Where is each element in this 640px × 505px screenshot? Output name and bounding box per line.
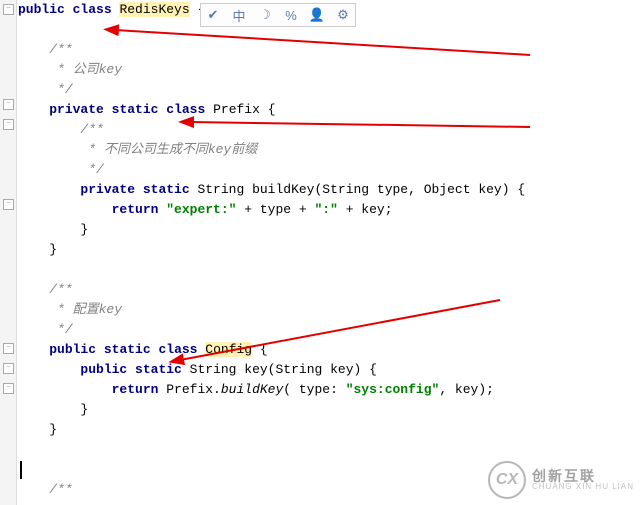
comment: */ — [49, 322, 72, 337]
method-sig: buildKey(String type, Object key) { — [252, 182, 525, 197]
keyword: static — [143, 182, 190, 197]
class-name: Config — [205, 342, 252, 357]
watermark-logo: CX — [488, 461, 526, 499]
watermark-cn: 创新互联 — [532, 469, 634, 483]
fold-icon[interactable]: − — [3, 343, 14, 354]
brace: } — [49, 242, 57, 257]
string: "expert:" — [166, 202, 236, 217]
comment: /** — [49, 42, 72, 57]
keyword: class — [166, 102, 205, 117]
fold-icon[interactable]: − — [3, 4, 14, 15]
code-text: ( type: — [283, 382, 345, 397]
string: ":" — [314, 202, 337, 217]
comment: * 配置key — [49, 302, 122, 317]
brace: } — [80, 402, 88, 417]
person-icon[interactable]: 👤 — [309, 7, 325, 23]
keyword: public — [49, 342, 96, 357]
keyword: return — [112, 202, 159, 217]
code-line: return "expert:" + type + ":" + key; — [18, 200, 638, 220]
code-line: */ — [18, 160, 638, 180]
code-line: private static class Prefix { — [18, 100, 638, 120]
gear-icon[interactable]: ⚙ — [335, 7, 351, 23]
code-line: /** — [18, 120, 638, 140]
floating-toolbar: ✔ 中 ☽ % 👤 ⚙ — [200, 3, 356, 27]
keyword: public — [80, 362, 127, 377]
type: String — [182, 362, 244, 377]
type: String — [190, 182, 252, 197]
code-line: } — [18, 220, 638, 240]
code-line: } — [18, 400, 638, 420]
comment: */ — [80, 162, 103, 177]
keyword: class — [158, 342, 197, 357]
code-text: + key; — [338, 202, 393, 217]
code-line: * 不同公司生成不同key前缀 — [18, 140, 638, 160]
fold-icon[interactable]: − — [3, 119, 14, 130]
code-text: Prefix. — [158, 382, 220, 397]
code-line: */ — [18, 80, 638, 100]
text-caret — [20, 461, 22, 479]
code-line: /** — [18, 40, 638, 60]
code-area: public class RedisKeys { /** * 公司key */ … — [18, 0, 638, 500]
brace: } — [80, 222, 88, 237]
comment: /** — [49, 482, 72, 497]
center-icon[interactable]: 中 — [231, 7, 247, 23]
comment: */ — [49, 82, 72, 97]
check-icon[interactable]: ✔ — [205, 7, 221, 23]
fold-icon[interactable]: − — [3, 99, 14, 110]
code-line: } — [18, 240, 638, 260]
brace: } — [49, 422, 57, 437]
fold-icon[interactable]: − — [3, 199, 14, 210]
class-name: Prefix — [213, 102, 260, 117]
comment: * 公司key — [49, 62, 122, 77]
class-name: RedisKeys — [119, 2, 189, 17]
code-line: * 配置key — [18, 300, 638, 320]
code-text: , key); — [439, 382, 494, 397]
percent-icon[interactable]: % — [283, 7, 299, 23]
keyword: return — [112, 382, 159, 397]
gutter — [0, 0, 17, 505]
moon-icon[interactable]: ☽ — [257, 7, 273, 23]
fold-icon[interactable]: − — [3, 363, 14, 374]
comment: /** — [49, 282, 72, 297]
code-line: return Prefix.buildKey( type: "sys:confi… — [18, 380, 638, 400]
brace: { — [252, 342, 268, 357]
fold-icon[interactable]: − — [3, 383, 14, 394]
code-line: public static class Config { — [18, 340, 638, 360]
string: "sys:config" — [346, 382, 440, 397]
code-line: public static String key(String key) { — [18, 360, 638, 380]
keyword: private — [80, 182, 135, 197]
comment: /** — [80, 122, 103, 137]
watermark: CX 创新互联 CHUANG XIN HU LIAN — [488, 461, 634, 499]
comment: * 不同公司生成不同key前缀 — [80, 142, 257, 157]
code-line: */ — [18, 320, 638, 340]
code-line: } — [18, 420, 638, 440]
code-line: * 公司key — [18, 60, 638, 80]
code-line: private static String buildKey(String ty… — [18, 180, 638, 200]
keyword: static — [104, 342, 151, 357]
code-line: /** — [18, 280, 638, 300]
watermark-en: CHUANG XIN HU LIAN — [532, 483, 634, 491]
keyword: public — [18, 2, 65, 17]
code-text: + type + — [236, 202, 314, 217]
keyword: class — [73, 2, 112, 17]
keyword: static — [135, 362, 182, 377]
keyword: static — [112, 102, 159, 117]
method-call: buildKey — [221, 382, 283, 397]
brace: { — [260, 102, 276, 117]
method-sig: key(String key) { — [244, 362, 377, 377]
keyword: private — [49, 102, 104, 117]
